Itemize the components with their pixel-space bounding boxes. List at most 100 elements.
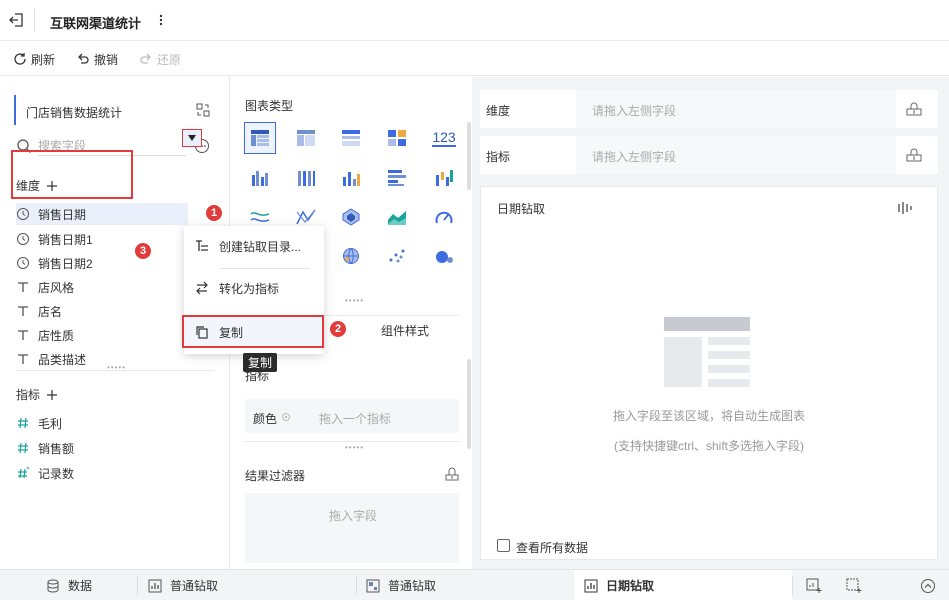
dimension-slot-label: 维度	[486, 104, 511, 118]
tab-divider	[137, 576, 138, 595]
view-all-label[interactable]: 查看所有数据	[516, 539, 588, 556]
field-label: 销售额	[38, 441, 75, 456]
number-type-icon	[18, 417, 28, 429]
chart-type-title: 图表类型	[245, 99, 294, 113]
chart-type-radar[interactable]	[335, 201, 367, 233]
annotation-badge-1: 1	[206, 205, 222, 221]
chart-type-column[interactable]	[335, 162, 367, 194]
radar-chart-icon	[342, 208, 360, 226]
clock-icon	[17, 233, 29, 245]
divider	[245, 441, 459, 442]
kpi-card-icon	[388, 130, 406, 146]
metrics-title: 指标	[16, 388, 41, 402]
resize-handle[interactable]: •••••	[345, 443, 364, 452]
add-chart-tab-icon[interactable]	[806, 578, 822, 594]
text-type-icon	[18, 282, 28, 292]
field-item-sales[interactable]: 销售额	[16, 437, 216, 459]
field-item-sales-date[interactable]: 销售日期	[16, 203, 188, 225]
filter-drop-placeholder: 拖入字段	[329, 509, 378, 523]
tab-component-style[interactable]: 组件样式	[381, 322, 429, 339]
chart-type-gauge[interactable]	[428, 201, 460, 233]
metric-drop-zone[interactable]: 请拖入左侧字段	[576, 136, 896, 174]
tab-divider	[356, 576, 357, 595]
view-all-checkbox[interactable]	[497, 539, 510, 552]
chart-type-waterfall[interactable]	[428, 162, 460, 194]
chart-canvas[interactable]: 日期钻取 拖入字段至该区域，将自动生成图表 (支持快捷键ctrl、shift多选…	[480, 186, 938, 560]
undo-label: 撤销	[94, 52, 119, 67]
chart-type-area[interactable]	[381, 201, 413, 233]
drop-placeholder: 请拖入左侧字段	[592, 104, 677, 118]
tab-normal-drill-2[interactable]: 普通钻取	[366, 570, 436, 600]
chart-type-grouped-bar[interactable]	[244, 162, 276, 194]
text-type-icon	[18, 306, 28, 316]
number-type-icon	[18, 442, 28, 454]
line-chart-icon	[250, 212, 270, 222]
chart-type-cross-table[interactable]	[290, 122, 322, 154]
dimension-drop-zone[interactable]: 请拖入左侧字段	[576, 90, 896, 128]
menu-divider	[220, 268, 310, 269]
polyline-chart-icon	[296, 209, 316, 225]
field-dropdown-button[interactable]	[182, 129, 202, 147]
collapse-up-icon[interactable]	[920, 578, 936, 594]
color-drop-zone[interactable]: 颜色 拖入一个指标	[245, 399, 459, 433]
number-chart-icon: 123	[432, 129, 456, 147]
settings-gear-icon[interactable]	[281, 412, 291, 422]
menu-item-convert-metric[interactable]: 转化为指标	[184, 272, 324, 304]
field-label: 销售日期1	[38, 232, 93, 247]
color-label: 颜色	[253, 412, 278, 426]
stacked-bar-icon	[298, 171, 315, 186]
tab-label: 日期钻取	[606, 579, 655, 593]
chart-type-detail-table[interactable]	[335, 122, 367, 154]
more-vertical-icon[interactable]	[155, 12, 167, 28]
grouped-bar-icon	[252, 171, 268, 186]
tab-divider	[792, 576, 793, 595]
chart-type-horizontal-bar[interactable]	[381, 162, 413, 194]
field-label: 品类描述	[38, 352, 87, 367]
chart-type-kpi-card[interactable]	[381, 122, 413, 154]
menu-item-label: 创建钻取目录...	[219, 239, 302, 254]
calculated-number-icon	[18, 466, 30, 479]
tab-data[interactable]: 数据	[46, 570, 92, 600]
filter-drop-zone[interactable]: 拖入字段	[245, 493, 459, 563]
chart-type-map[interactable]	[335, 240, 367, 272]
tab-date-drill[interactable]: 日期钻取	[574, 570, 792, 600]
area-chart-icon	[388, 211, 406, 225]
refresh-button[interactable]: 刷新	[13, 51, 55, 67]
redo-icon	[140, 53, 151, 64]
menu-item-create-drill[interactable]: 创建钻取目录...	[184, 230, 324, 262]
cross-table-icon	[297, 130, 315, 146]
chart-type-number[interactable]: 123	[428, 122, 460, 154]
chart-options-icon[interactable]	[897, 201, 913, 215]
slot-settings-icon[interactable]	[906, 148, 922, 162]
redo-button[interactable]: 还原	[139, 51, 181, 67]
chart-type-table[interactable]	[244, 122, 276, 154]
horizontal-bar-icon	[388, 170, 406, 186]
chart-type-bubble[interactable]	[428, 240, 460, 272]
chart-type-scatter[interactable]	[381, 240, 413, 272]
exit-icon[interactable]	[8, 11, 26, 29]
chart-type-stacked-bar[interactable]	[290, 162, 322, 194]
resize-handle[interactable]: •••••	[345, 296, 364, 305]
filter-settings-icon[interactable]	[445, 467, 459, 481]
metric-slot: 指标 请拖入左侧字段	[480, 136, 938, 174]
field-label: 店性质	[38, 328, 75, 343]
field-item-record-count[interactable]: 记录数	[16, 462, 216, 484]
slot-settings-icon[interactable]	[906, 102, 922, 116]
add-dashboard-tab-icon[interactable]	[846, 578, 862, 594]
result-filter-title: 结果过滤器	[245, 469, 306, 483]
bottom-tab-bar: 数据 普通钻取 普通钻取 日期钻取	[0, 569, 949, 600]
scrollbar[interactable]	[467, 122, 471, 190]
waterfall-icon	[436, 170, 453, 186]
chart-title: 日期钻取	[497, 202, 546, 216]
tab-normal-drill-1[interactable]: 普通钻取	[148, 570, 218, 600]
resize-handle[interactable]: •••••	[107, 363, 126, 372]
undo-button[interactable]: 撤销	[76, 51, 118, 67]
top-header: 互联网渠道统计	[0, 0, 949, 41]
field-item-gross-profit[interactable]: 毛利	[16, 412, 216, 434]
toolbar: 刷新 撤销 还原	[0, 41, 949, 76]
scrollbar[interactable]	[467, 359, 471, 449]
swap-icon	[196, 281, 208, 295]
dataset-selector[interactable]: 门店销售数据统计	[14, 95, 214, 125]
add-metric-icon[interactable]	[46, 389, 58, 401]
switch-dataset-icon[interactable]	[196, 103, 210, 117]
